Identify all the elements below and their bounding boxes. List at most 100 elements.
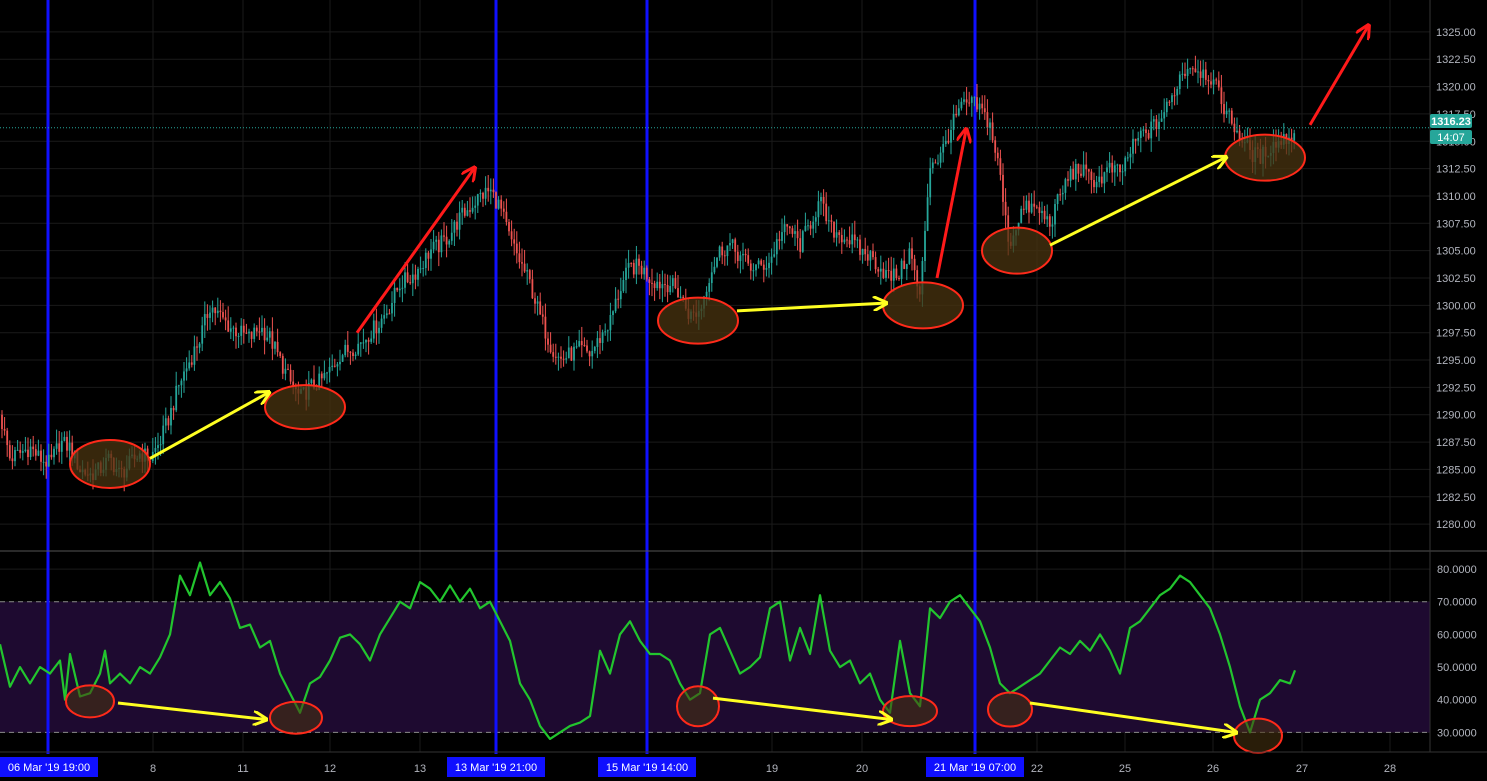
candle-body xyxy=(21,451,24,453)
candle-body xyxy=(1184,73,1186,76)
candle-body xyxy=(1124,157,1127,172)
candle-body xyxy=(1087,169,1090,172)
osc-circle-1 xyxy=(269,700,323,735)
candle-body xyxy=(541,314,544,317)
candle-body xyxy=(487,187,490,192)
candle-body xyxy=(638,258,640,266)
time-tick-label: 22 xyxy=(1031,763,1043,775)
candle-body xyxy=(877,269,880,272)
candle-body xyxy=(336,364,339,367)
candle-body xyxy=(1048,216,1051,227)
candle-body xyxy=(827,220,830,222)
candle-body xyxy=(383,315,386,319)
candle-body xyxy=(222,312,224,318)
candle-body xyxy=(788,226,791,229)
candle-body xyxy=(32,446,35,450)
candle-body xyxy=(614,298,617,312)
candle-body xyxy=(908,248,911,264)
candle-body xyxy=(1100,176,1103,184)
candle-body xyxy=(440,235,443,253)
candle-body xyxy=(1126,157,1129,159)
candle-body xyxy=(1111,162,1114,173)
candle-body xyxy=(547,338,549,345)
candle-body xyxy=(406,272,409,283)
candle-body xyxy=(534,298,536,304)
candle-body xyxy=(1168,101,1171,103)
candle-body xyxy=(1186,69,1189,76)
candle-body xyxy=(1150,121,1153,139)
time-tick-label: 13 xyxy=(414,763,426,775)
candle-body xyxy=(661,284,664,289)
candle-body xyxy=(809,225,812,229)
price-axis[interactable]: 1280.00 1282.50 1285.00 1287.50 1290.00 1292.… xyxy=(1429,0,1476,551)
candle-body xyxy=(853,234,856,241)
candle-body xyxy=(846,239,848,241)
candle-body xyxy=(721,246,724,256)
candle-body xyxy=(344,344,347,356)
price-tick-label: 1302.50 xyxy=(1436,273,1476,285)
candle-body xyxy=(1121,171,1124,173)
candle-body xyxy=(287,368,289,370)
price-tick-label: 1287.50 xyxy=(1436,437,1476,449)
candle-body xyxy=(970,97,973,103)
candle-body xyxy=(939,152,942,163)
candle-body xyxy=(284,368,287,374)
candle-body xyxy=(983,108,986,113)
candle-body xyxy=(830,220,833,222)
candle-body xyxy=(240,325,243,336)
candle-body xyxy=(411,274,414,284)
candle-body xyxy=(643,267,646,275)
candle-body xyxy=(495,192,497,209)
candle-body xyxy=(669,286,672,293)
candle-body xyxy=(955,113,958,116)
candle-body xyxy=(1002,174,1004,202)
candle-body xyxy=(814,217,817,222)
candle-body xyxy=(752,270,755,272)
candle-body xyxy=(1132,138,1134,154)
candle-body xyxy=(196,346,198,348)
candle-body xyxy=(42,461,45,463)
candle-body xyxy=(401,287,404,289)
candle-body xyxy=(833,221,835,238)
candle-body xyxy=(271,331,274,349)
candle-body xyxy=(1207,79,1210,82)
candle-body xyxy=(989,122,991,128)
candle-body xyxy=(799,238,802,252)
price-circle-5 xyxy=(1224,133,1306,182)
price-tick-label: 1285.00 xyxy=(1436,464,1476,476)
candle-body xyxy=(419,268,422,270)
candle-body xyxy=(388,313,391,315)
candle-body xyxy=(1119,164,1121,173)
candle-body xyxy=(1033,203,1036,207)
candle-body xyxy=(976,97,978,110)
candle-body xyxy=(162,425,165,445)
candle-body xyxy=(1098,176,1101,182)
candle-body xyxy=(3,429,6,431)
candle-body xyxy=(1108,162,1111,168)
candle-body xyxy=(1230,110,1233,124)
candle-body xyxy=(157,445,159,448)
candle-body xyxy=(255,327,258,332)
candle-body xyxy=(716,257,718,267)
candle-body xyxy=(1202,69,1205,78)
candle-body xyxy=(807,225,809,227)
osc-circle-5 xyxy=(1233,717,1283,754)
candle-body xyxy=(898,277,900,279)
candle-body xyxy=(640,265,643,275)
candle-body xyxy=(825,203,828,222)
candle-body xyxy=(526,270,529,272)
candle-body xyxy=(229,328,232,332)
candle-body xyxy=(1090,171,1093,181)
candle-body xyxy=(755,264,757,271)
candle-body xyxy=(482,192,484,199)
osc-circle-3 xyxy=(882,695,938,728)
candle-body xyxy=(944,140,947,145)
candle-body xyxy=(1069,168,1072,181)
candle-body xyxy=(666,284,669,293)
candle-body xyxy=(362,342,365,344)
candle-body xyxy=(999,158,1002,175)
price-tick-label: 1322.50 xyxy=(1436,54,1476,66)
candle-body xyxy=(554,356,557,358)
candle-body xyxy=(838,232,841,235)
candle-body xyxy=(521,262,523,264)
